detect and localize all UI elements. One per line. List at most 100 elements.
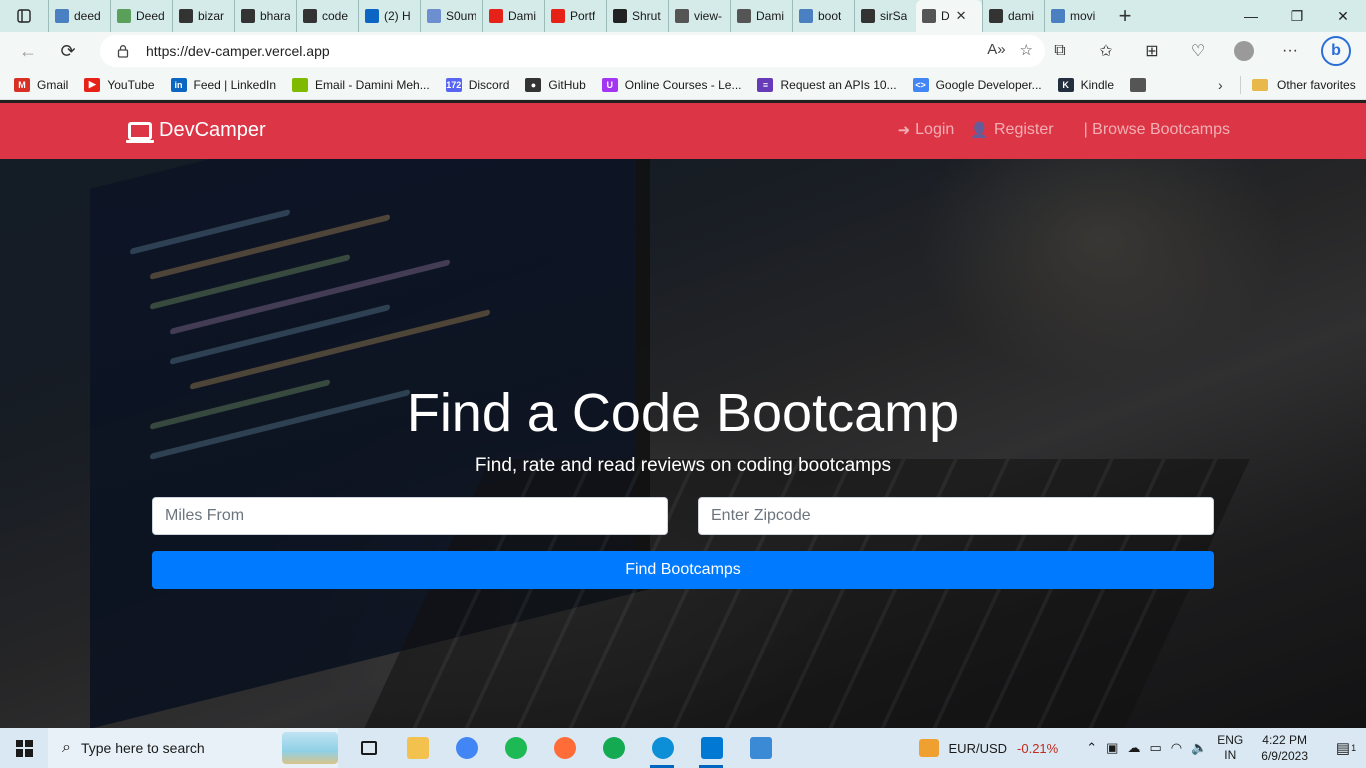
youtube-icon (489, 9, 503, 23)
browser-tab[interactable]: Deed (110, 0, 172, 32)
collections-icon[interactable]: ⊞ (1130, 32, 1174, 70)
taskbar-app-mongodb-compass[interactable] (589, 728, 638, 768)
edge-icon (651, 737, 674, 759)
taskbar-app-file-explorer[interactable] (393, 728, 442, 768)
browser-tab[interactable]: deed (48, 0, 110, 32)
favorite-star-icon[interactable]: ☆ (1020, 41, 1033, 59)
windows-taskbar: ⌕ Type here to search EUR/USD -0.21% ⌃ ▣… (0, 728, 1366, 768)
taskbar-app-postman[interactable] (540, 728, 589, 768)
favorite-link[interactable]: 172 Discord (445, 77, 509, 92)
url-text[interactable]: https://dev-camper.vercel.app (146, 43, 330, 59)
taskbar-app-photos[interactable] (736, 728, 785, 768)
performance-icon[interactable]: ♡ (1176, 32, 1220, 70)
register-link[interactable]: 👤 Register (970, 121, 1053, 139)
market-ticker[interactable]: EUR/USD -0.21% (918, 739, 1058, 757)
browser-tab[interactable]: Portf (544, 0, 606, 32)
spotify-icon (504, 737, 527, 759)
more-menu-icon[interactable]: ··· (1268, 32, 1312, 70)
login-label: Login (915, 121, 955, 138)
close-tab-icon[interactable]: ✕ (956, 8, 967, 24)
favorite-link[interactable]: Email - Damini Meh... (292, 77, 430, 92)
taskbar-app-task-view[interactable] (344, 728, 393, 768)
browse-bootcamps-link[interactable]: | Browse Bootcamps (1084, 121, 1230, 139)
browser-tab[interactable]: Dami (730, 0, 792, 32)
battery-icon[interactable]: ▭ (1149, 740, 1161, 756)
hero-section: Find a Code Bootcamp Find, rate and read… (0, 159, 1366, 728)
taskbar-app-chrome[interactable] (442, 728, 491, 768)
zipcode-input[interactable] (698, 497, 1214, 535)
taskbar-search-box[interactable]: ⌕ Type here to search (48, 728, 338, 768)
favorite-link[interactable]: ▶ YouTube (84, 77, 155, 92)
favorite-link[interactable]: U Online Courses - Le... (601, 77, 741, 92)
tab-actions-icon (17, 9, 31, 23)
mongodb-compass-icon (602, 737, 625, 759)
input-language[interactable]: ENG IN (1217, 733, 1243, 763)
onedrive-icon[interactable]: ☁ (1127, 740, 1140, 756)
gmail-icon: M (14, 77, 30, 92)
read-aloud-icon[interactable]: A» (987, 41, 1005, 59)
browser-tab[interactable]: D ✕ (916, 0, 982, 32)
browser-tab[interactable]: movi (1044, 0, 1106, 32)
browser-tab[interactable]: bhara (234, 0, 296, 32)
page-icon (675, 9, 689, 23)
favorite-link[interactable]: in Feed | LinkedIn (170, 77, 277, 92)
favorite-link[interactable]: <> Google Developer... (912, 77, 1042, 92)
new-tab-button[interactable]: + (1106, 3, 1144, 29)
taskbar-app-spotify[interactable] (491, 728, 540, 768)
browser-tab-strip: deed Deed bizar bhara code (2) H S0um Dami Portf… (0, 0, 1366, 32)
favorite-link[interactable]: M Gmail (14, 77, 68, 92)
meet-now-icon[interactable]: ▣ (1106, 740, 1118, 756)
show-hidden-icons-icon[interactable]: ⌃ (1086, 740, 1097, 756)
find-bootcamps-button[interactable]: Find Bootcamps (152, 551, 1214, 589)
browser-tab[interactable]: boot (792, 0, 854, 32)
omnibox[interactable]: https://dev-camper.vercel.app A» ☆ (100, 35, 1045, 67)
favorites-overflow-icon[interactable]: › (1218, 77, 1223, 93)
favorite-link[interactable]: ≡ Request an APIs 10... (757, 77, 897, 92)
browser-tab[interactable]: (2) H (358, 0, 420, 32)
browser-tab[interactable]: view- (668, 0, 730, 32)
dollar-icon (613, 9, 627, 23)
notification-center-button[interactable]: ▤ 1 (1326, 728, 1366, 768)
browser-tab[interactable]: code (296, 0, 358, 32)
favorite-label: Feed | LinkedIn (193, 77, 277, 92)
close-window-button[interactable]: ✕ (1320, 0, 1366, 32)
minimize-button[interactable]: — (1228, 0, 1274, 32)
miles-from-input[interactable] (152, 497, 668, 535)
login-link[interactable]: ➜ Login (898, 121, 955, 139)
postman-icon (553, 737, 576, 759)
favorite-link[interactable]: ● GitHub (525, 77, 586, 92)
browser-tab[interactable]: Dami (482, 0, 544, 32)
favorite-label: Google Developer... (935, 77, 1042, 92)
start-button[interactable] (0, 728, 48, 768)
browser-tab[interactable]: bizar (172, 0, 234, 32)
github-icon (861, 9, 875, 23)
profile-avatar[interactable] (1222, 32, 1266, 70)
extensions-icon[interactable]: ⧉ (1038, 32, 1082, 70)
back-button[interactable]: ← (8, 32, 48, 70)
user-plus-icon: 👤 (970, 122, 989, 139)
lock-icon (117, 45, 129, 58)
bing-chat-button[interactable]: b (1314, 32, 1358, 70)
system-clock[interactable]: 4:22 PM 6/9/2023 (1261, 732, 1308, 764)
favorite-label: YouTube (107, 77, 155, 92)
other-favorites-folder[interactable]: Other favorites (1252, 70, 1356, 100)
refresh-button[interactable]: ⟳ (48, 32, 88, 70)
favorite-link[interactable]: K Kindle (1057, 77, 1114, 92)
browser-tab[interactable]: Shrut (606, 0, 668, 32)
wifi-icon[interactable]: ◠ (1171, 740, 1182, 756)
favorite-link[interactable] (1130, 77, 1153, 92)
browser-tab[interactable]: sirSa (854, 0, 916, 32)
tab-actions-button[interactable] (0, 0, 48, 32)
favorite-label: GitHub (548, 77, 586, 92)
taskbar-app-vscode[interactable] (687, 728, 736, 768)
volume-icon[interactable]: 🔈 (1191, 740, 1207, 756)
brand-link[interactable]: DevCamper (126, 119, 266, 143)
browser-tab[interactable]: S0um (420, 0, 482, 32)
restore-button[interactable]: ❐ (1274, 0, 1320, 32)
taskbar-app-edge[interactable] (638, 728, 687, 768)
browser-tab[interactable]: dami (982, 0, 1044, 32)
youtube-icon: ▶ (84, 77, 101, 92)
page-icon (737, 9, 751, 23)
tab-label: Dami (508, 9, 537, 23)
favorites-icon[interactable]: ✩ (1084, 32, 1128, 70)
